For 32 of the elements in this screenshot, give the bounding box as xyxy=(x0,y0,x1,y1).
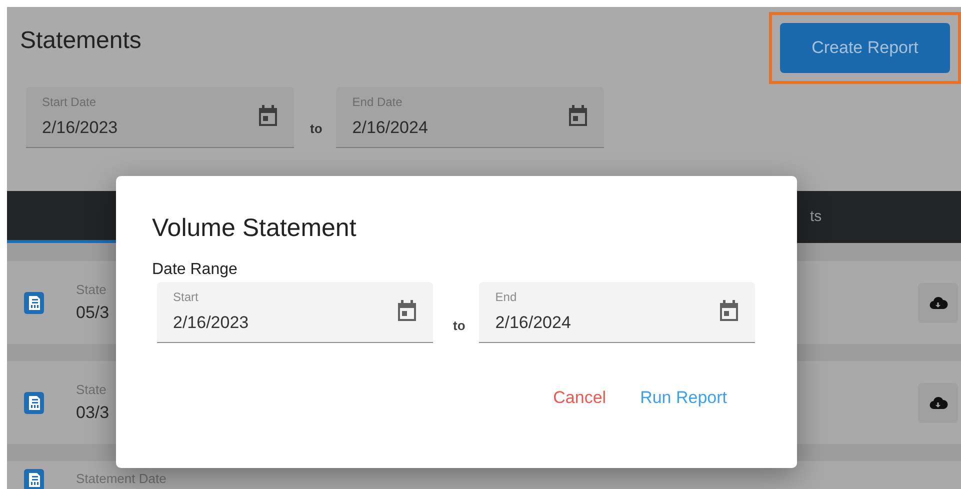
statement-date: 03/3 xyxy=(76,402,110,424)
date-field[interactable]: End 2/16/2024 xyxy=(479,282,756,342)
tab[interactable]: ts xyxy=(790,191,822,243)
statement-date: 05/3 xyxy=(76,302,110,324)
statement-icon xyxy=(24,392,44,414)
section-label: Date Range xyxy=(152,260,238,280)
cancel-button[interactable]: Cancel xyxy=(543,380,616,414)
statement-icon xyxy=(24,292,44,314)
cloud-download-icon xyxy=(928,296,948,310)
date-field[interactable]: Start 2/16/2023 xyxy=(157,282,433,342)
download-button[interactable] xyxy=(918,282,958,322)
range-separator: to xyxy=(310,120,322,138)
statement-icon xyxy=(24,469,44,489)
calendar-icon xyxy=(258,105,278,127)
statement-label: State xyxy=(76,381,106,399)
field-value: 2/16/2023 xyxy=(42,117,118,139)
dialog-title: Volume Statement xyxy=(152,213,358,244)
field-label: End xyxy=(495,288,517,306)
field-value: 2/16/2023 xyxy=(173,312,249,334)
cloud-download-icon xyxy=(928,396,948,410)
create-report-button[interactable]: Create Report xyxy=(780,23,950,72)
calendar-icon xyxy=(719,300,740,322)
field-label: Start xyxy=(173,288,198,306)
statement-label: State xyxy=(76,281,106,299)
page-title: Statements xyxy=(20,26,142,56)
field-value: 2/16/2024 xyxy=(352,117,428,139)
download-button[interactable] xyxy=(918,382,958,422)
calendar-icon xyxy=(568,105,588,127)
field-value: 2/16/2024 xyxy=(495,312,571,334)
range-separator: to xyxy=(453,316,466,334)
calendar-icon xyxy=(397,300,417,322)
run-report-button[interactable]: Run Report xyxy=(630,380,737,414)
